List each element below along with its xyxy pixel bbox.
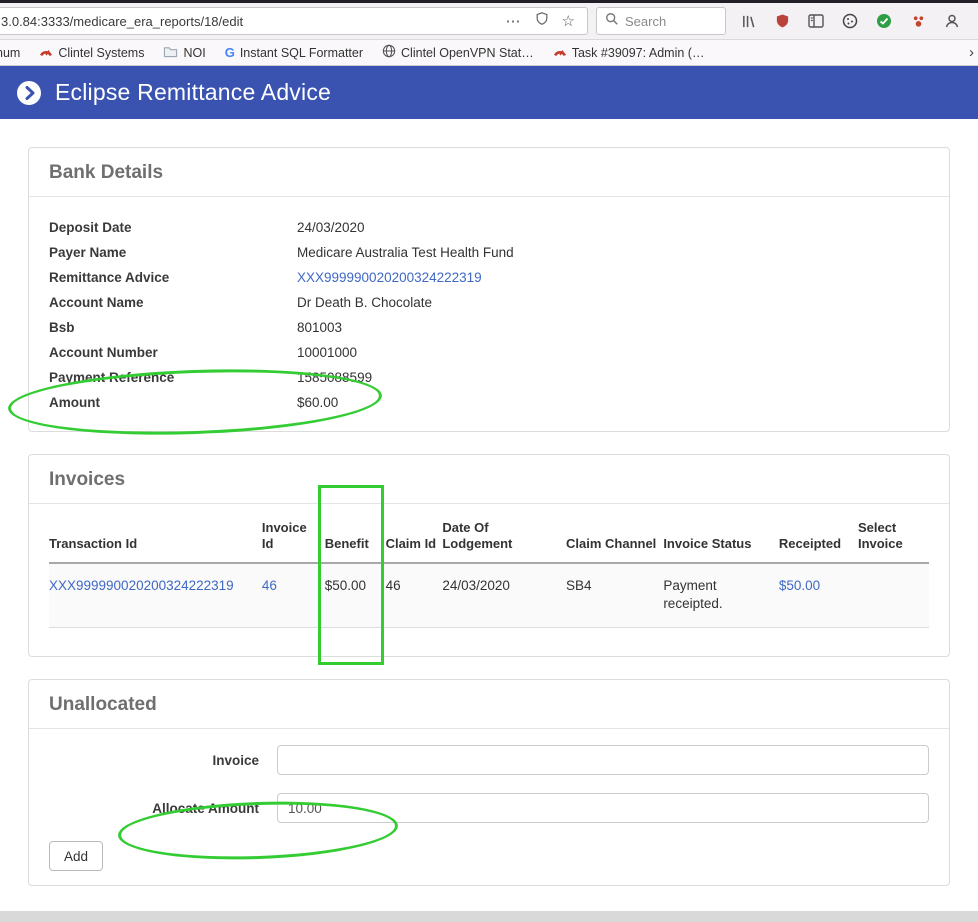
window-bottom-edge (0, 911, 978, 922)
bookmark-item-task-39097[interactable]: Task #39097: Admin (… (553, 45, 704, 61)
bookmark-item-noi[interactable]: NOI (163, 45, 206, 61)
invoice-field-label: Invoice (212, 752, 259, 768)
invoice-form-row: Invoice (49, 745, 929, 775)
remittance-advice-link[interactable]: XXX999990020200324222319 (297, 270, 482, 285)
bookmark-item-num[interactable]: num (0, 46, 20, 60)
chevron-circle-icon[interactable] (16, 80, 42, 106)
unallocated-card: Unallocated Invoice Allocate Amount Add (28, 679, 950, 886)
field-row-remittance-advice: Remittance Advice XXX9999900202003242223… (49, 270, 482, 285)
globe-icon (382, 44, 396, 61)
library-icon[interactable] (738, 11, 758, 31)
field-row-amount: Amount $60.00 (49, 395, 339, 410)
field-row-payer-name: Payer Name Medicare Australia Test Healt… (49, 245, 514, 260)
col-claim-id: Claim Id (385, 516, 443, 564)
folder-icon (163, 45, 178, 61)
col-claim-channel: Claim Channel (566, 516, 664, 564)
receipted-link[interactable]: $50.00 (779, 578, 820, 593)
search-bar[interactable]: Search (596, 7, 726, 35)
page-shield-icon[interactable] (535, 11, 549, 31)
bookmark-star-icon[interactable]: ☆ (562, 12, 575, 30)
search-icon (605, 12, 619, 31)
invoices-header-row: Transaction Id Invoice Id Benefit Claim … (49, 516, 929, 564)
bank-details-title: Bank Details (29, 148, 949, 197)
red-shield-extension-icon[interactable] (772, 11, 792, 31)
bookmark-item-instant-sql-formatter[interactable]: G Instant SQL Formatter (225, 45, 363, 60)
app-header: Eclipse Remittance Advice (0, 66, 978, 119)
col-date-of-lodgement: Date Of Lodgement (442, 516, 566, 564)
col-select-invoice: Select Invoice (857, 516, 929, 564)
transaction-id-link[interactable]: XXX999990020200324222319 (49, 578, 234, 593)
field-row-account-number: Account Number 10001000 (49, 345, 358, 360)
unallocated-title: Unallocated (29, 680, 949, 729)
allocate-amount-form-row: Allocate Amount (49, 793, 929, 823)
claim-channel-value: SB4 (566, 563, 664, 628)
field-row-deposit-date: Deposit Date 24/03/2020 (49, 220, 365, 235)
col-invoice-status: Invoice Status (663, 516, 779, 564)
cookie-extension-icon[interactable] (840, 11, 860, 31)
claim-id-value: 46 (385, 563, 443, 628)
url-text[interactable]: 3.0.84:3333/medicare_era_reports/18/edit (0, 14, 506, 29)
sidebar-icon[interactable] (806, 11, 826, 31)
bookmark-item-clintel-openvpn[interactable]: Clintel OpenVPN Stat… (382, 44, 534, 61)
invoices-card: Invoices Transaction Id Invoice Id Benef… (28, 454, 950, 657)
col-transaction-id: Transaction Id (49, 516, 262, 564)
page-title: Eclipse Remittance Advice (55, 79, 332, 105)
allocate-amount-field-label: Allocate Amount (152, 800, 259, 816)
add-button[interactable]: Add (49, 841, 104, 871)
invoice-status-value: Payment receipted. (663, 563, 779, 628)
invoice-row: XXX999990020200324222319 46 $50.00 46 24… (49, 563, 929, 628)
invoice-id-link[interactable]: 46 (262, 578, 277, 593)
col-benefit: Benefit (324, 516, 386, 564)
invoices-table: Transaction Id Invoice Id Benefit Claim … (49, 516, 929, 628)
invoices-title: Invoices (29, 455, 949, 504)
allocate-amount-input[interactable] (277, 793, 929, 823)
select-invoice-cell (857, 563, 929, 628)
field-row-payment-reference: Payment Reference 1585088599 (49, 370, 373, 385)
browser-navbar: 3.0.84:3333/medicare_era_reports/18/edit… (0, 3, 978, 40)
bank-details-card: Bank Details Deposit Date 24/03/2020 Pay… (28, 147, 950, 432)
invoice-input[interactable] (277, 745, 929, 775)
benefit-value: $50.00 (324, 563, 386, 628)
green-circle-extension-icon[interactable] (874, 11, 894, 31)
date-of-lodgement-value: 24/03/2020 (442, 563, 566, 628)
bookmarks-overflow-chevron[interactable]: › (969, 44, 974, 61)
page-actions-icon[interactable]: ⋯ (506, 12, 522, 30)
col-invoice-id: Invoice Id (261, 516, 325, 564)
field-row-bsb: Bsb 801003 (49, 320, 343, 335)
bookmark-item-clintel-systems[interactable]: Clintel Systems (39, 45, 144, 61)
field-row-account-name: Account Name Dr Death B. Chocolate (49, 295, 433, 310)
gauge-icon (39, 45, 53, 61)
url-bar[interactable]: 3.0.84:3333/medicare_era_reports/18/edit… (0, 7, 588, 35)
bookmarks-bar: num Clintel Systems NOI G Instant SQL Fo… (0, 40, 978, 66)
account-icon[interactable] (942, 11, 962, 31)
red-paw-extension-icon[interactable] (908, 11, 928, 31)
gauge-icon (553, 45, 567, 61)
search-placeholder: Search (625, 13, 667, 29)
col-receipted: Receipted (778, 516, 858, 564)
google-g-icon: G (224, 45, 235, 60)
